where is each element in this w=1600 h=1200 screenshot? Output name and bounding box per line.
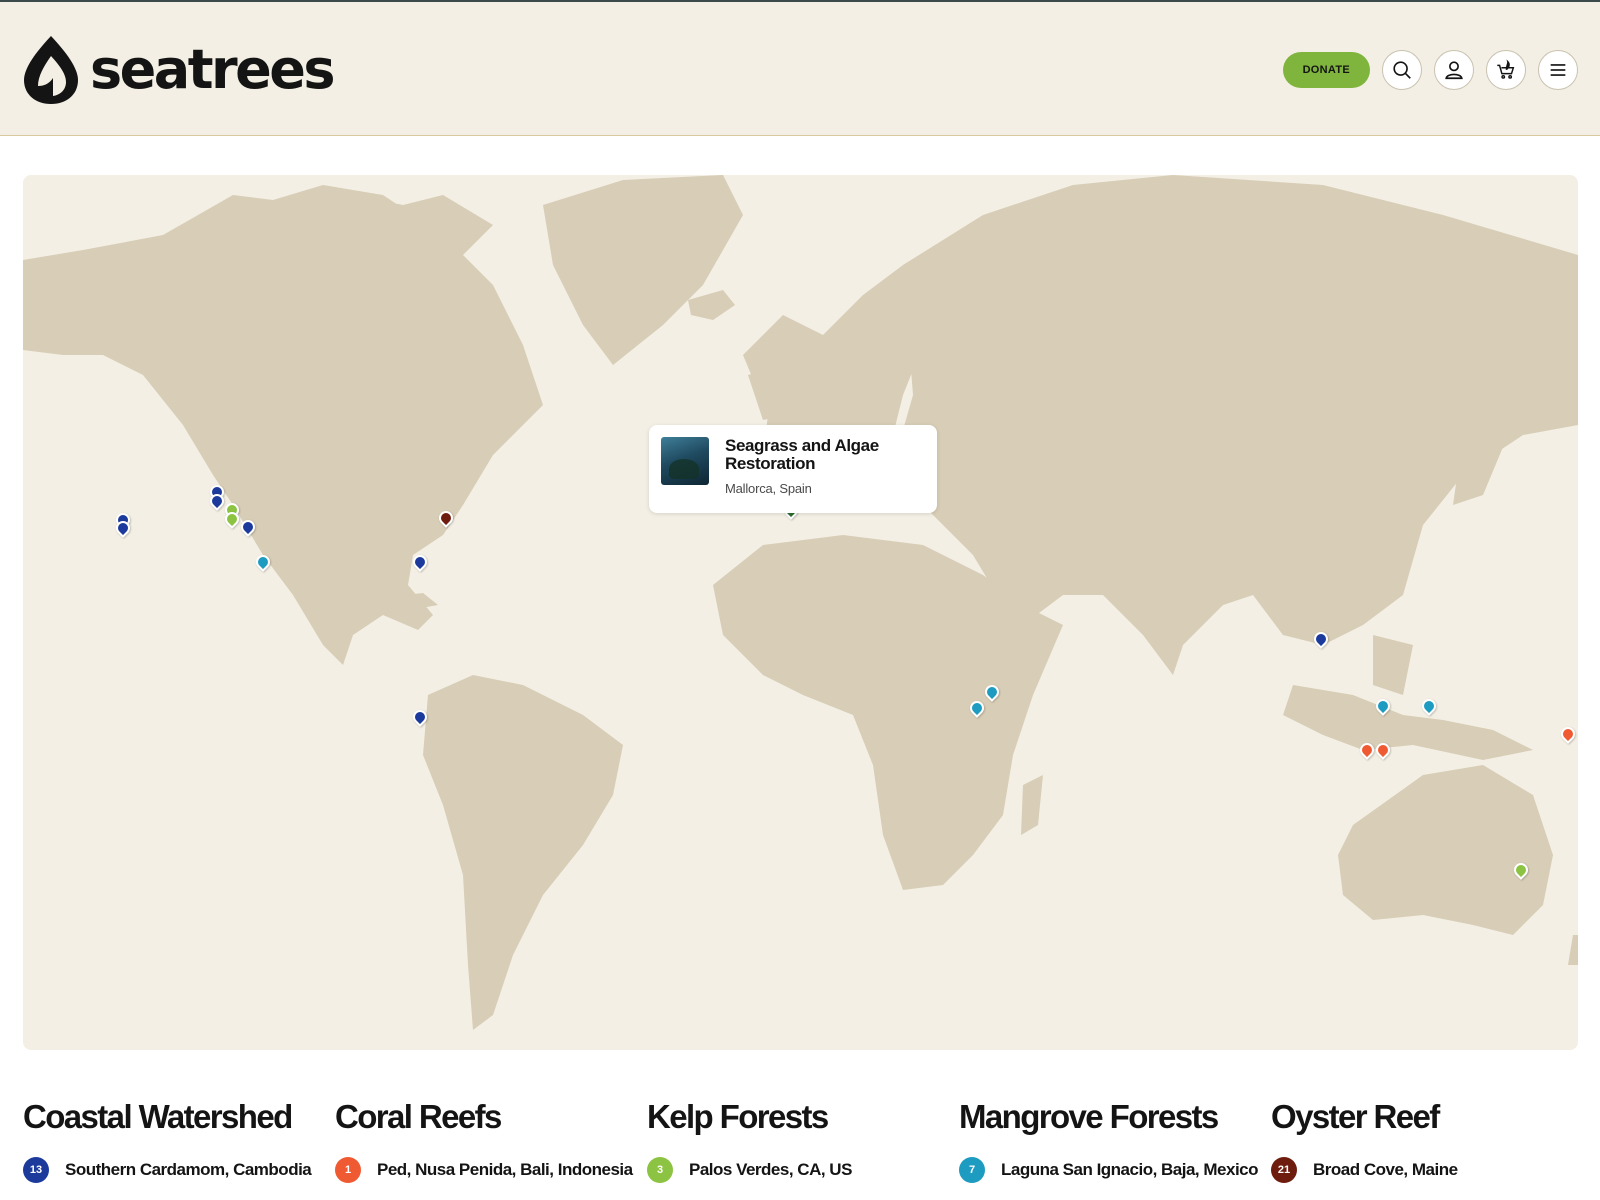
world-map[interactable]: Seagrass and Algae Restoration Mallorca,… bbox=[23, 175, 1578, 1050]
project-categories: Coastal Watershed 13 Southern Cardamom, … bbox=[23, 1100, 1583, 1183]
category-project-item[interactable]: 21 Broad Cove, Maine bbox=[1271, 1157, 1583, 1183]
category-kelp-forests: Kelp Forests 3 Palos Verdes, CA, US bbox=[647, 1100, 959, 1183]
account-icon bbox=[1445, 61, 1463, 80]
category-project-item[interactable]: 1 Ped, Nusa Penida, Bali, Indonesia bbox=[335, 1157, 647, 1183]
project-location-label: Broad Cove, Maine bbox=[1313, 1160, 1458, 1179]
logo-wordmark: seatrees bbox=[90, 38, 336, 101]
category-title: Coral Reefs bbox=[335, 1098, 502, 1135]
project-number-badge: 3 bbox=[647, 1157, 673, 1183]
category-title: Oyster Reef bbox=[1271, 1098, 1440, 1135]
category-project-item[interactable]: 3 Palos Verdes, CA, US bbox=[647, 1157, 959, 1183]
leaf-logo-icon bbox=[24, 36, 78, 104]
category-coral-reefs: Coral Reefs 1 Ped, Nusa Penida, Bali, In… bbox=[335, 1100, 647, 1183]
cart-button[interactable] bbox=[1486, 50, 1526, 90]
project-title: Seagrass and Algae Restoration bbox=[725, 436, 879, 473]
project-location-label: Southern Cardamom, Cambodia bbox=[65, 1160, 312, 1179]
header-actions: DONATE bbox=[1282, 50, 1578, 90]
category-title: Mangrove Forests bbox=[959, 1098, 1219, 1135]
project-number-badge: 21 bbox=[1271, 1157, 1297, 1183]
project-location-label: Ped, Nusa Penida, Bali, Indonesia bbox=[377, 1160, 633, 1179]
project-number-badge: 7 bbox=[959, 1157, 985, 1183]
seatrees-logo[interactable]: seatrees bbox=[22, 34, 336, 106]
project-number-badge: 13 bbox=[23, 1157, 49, 1183]
cart-icon bbox=[1497, 59, 1515, 79]
category-project-item[interactable]: 7 Laguna San Ignacio, Baja, Mexico bbox=[959, 1157, 1271, 1183]
search-button[interactable] bbox=[1382, 50, 1422, 90]
donate-button[interactable]: DONATE bbox=[1282, 52, 1370, 88]
account-button[interactable] bbox=[1434, 50, 1474, 90]
menu-icon bbox=[1550, 64, 1566, 76]
project-location-label: Laguna San Ignacio, Baja, Mexico bbox=[1001, 1160, 1259, 1179]
category-oyster-reef: Oyster Reef 21 Broad Cove, Maine bbox=[1271, 1100, 1583, 1183]
category-project-item[interactable]: 13 Southern Cardamom, Cambodia bbox=[23, 1157, 335, 1183]
search-icon bbox=[1393, 61, 1411, 79]
world-map-land bbox=[23, 175, 1578, 1030]
menu-button[interactable] bbox=[1538, 50, 1578, 90]
category-mangrove-forests: Mangrove Forests 7 Laguna San Ignacio, B… bbox=[959, 1100, 1271, 1183]
category-title: Kelp Forests bbox=[647, 1098, 829, 1135]
project-location: Mallorca, Spain bbox=[725, 481, 812, 496]
project-tooltip-body: Seagrass and Algae Restoration Mallorca,… bbox=[725, 437, 925, 501]
site-header: seatrees DONATE bbox=[0, 0, 1600, 136]
category-coastal-watershed: Coastal Watershed 13 Southern Cardamom, … bbox=[23, 1100, 335, 1183]
category-title: Coastal Watershed bbox=[23, 1098, 293, 1135]
project-tooltip[interactable]: Seagrass and Algae Restoration Mallorca,… bbox=[649, 425, 937, 513]
project-number-badge: 1 bbox=[335, 1157, 361, 1183]
project-thumbnail bbox=[661, 437, 709, 485]
project-location-label: Palos Verdes, CA, US bbox=[689, 1160, 852, 1179]
